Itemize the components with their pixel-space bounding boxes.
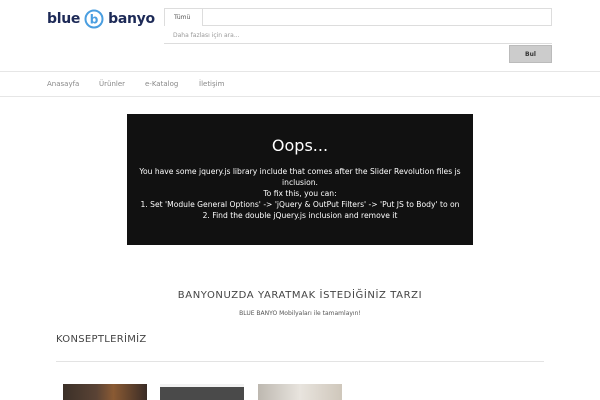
brand-logo[interactable]: blue b banyo	[47, 9, 155, 29]
main-nav: Anasayfa Ürünler e-Katalog İletişim	[0, 71, 600, 97]
concepts-divider	[56, 361, 544, 362]
brand-name-part2: banyo	[108, 11, 155, 27]
concept-thumbnail-1[interactable]	[63, 384, 147, 400]
nav-item-iletisim[interactable]: İletişim	[199, 72, 224, 96]
error-line-2: To fix this, you can:	[263, 189, 337, 198]
error-line-4: 2. Find the double jQuery.js inclusion a…	[202, 211, 398, 220]
concept-thumbnail-2[interactable]	[160, 384, 244, 400]
nav-item-ekatalog[interactable]: e-Katalog	[145, 72, 178, 96]
search-input[interactable]: Daha fazlası için ara...	[164, 28, 552, 44]
error-title: Oops...	[271, 136, 329, 155]
top-search-field[interactable]	[203, 8, 552, 26]
slider-error-box: Oops... You have some jquery.js library …	[127, 114, 473, 245]
nav-item-anasayfa[interactable]: Anasayfa	[47, 72, 79, 96]
concept-thumbnail-3[interactable]	[258, 384, 342, 400]
nav-item-urunler[interactable]: Ürünler	[99, 72, 125, 96]
svg-text:b: b	[90, 13, 99, 27]
brand-name-part1: blue	[47, 11, 81, 27]
section-subheading: BLUE BANYO Mobilyaları ile tamamlayın!	[239, 310, 361, 317]
category-select[interactable]: Tümü	[164, 8, 203, 26]
concepts-title: KONSEPTLERİMİZ	[56, 334, 147, 345]
search-button[interactable]: Bul	[509, 45, 552, 63]
error-line-3: 1. Set 'Module General Options' -> 'jQue…	[140, 200, 460, 209]
error-line-1: You have some jquery.js library include …	[139, 167, 461, 187]
section-heading: BANYONUZDA YARATMAK İSTEDİĞİNİZ TARZI	[177, 290, 423, 301]
logo-mark-icon: b	[84, 9, 104, 29]
error-message: You have some jquery.js library include …	[137, 166, 463, 221]
search-top-row: Tümü	[164, 8, 552, 26]
